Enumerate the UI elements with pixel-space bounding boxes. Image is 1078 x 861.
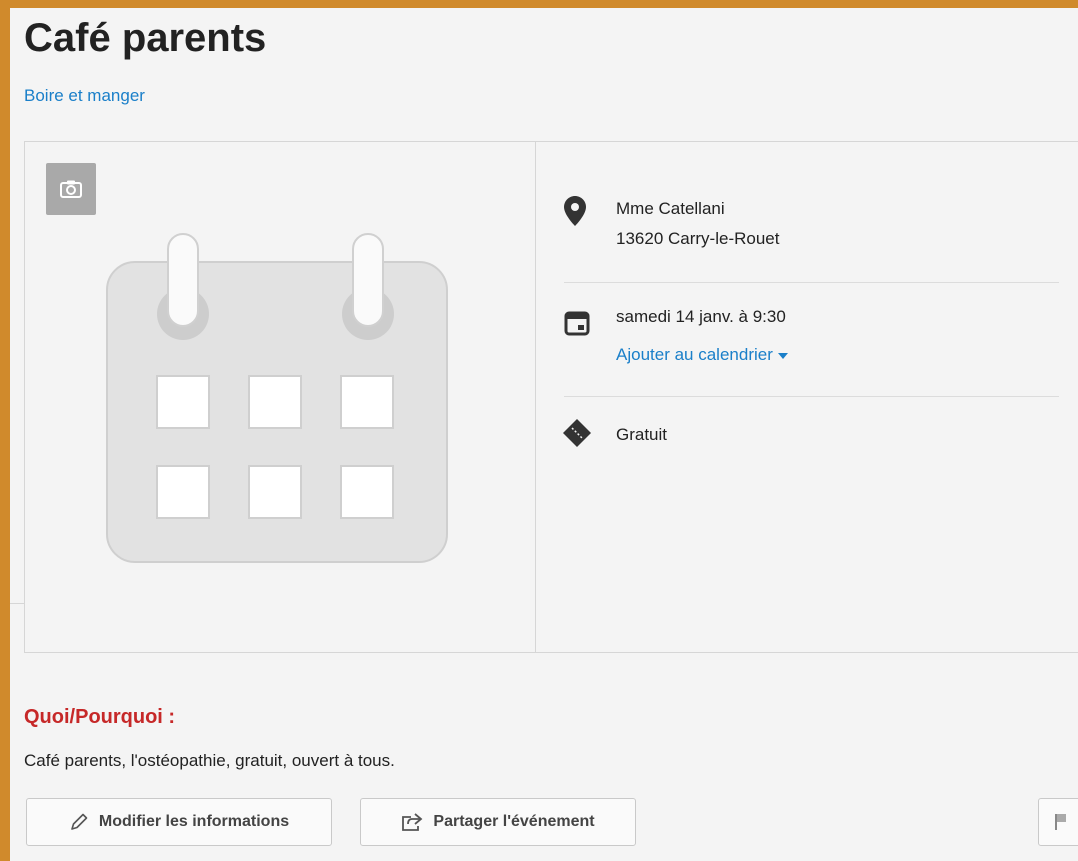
price-row: Gratuit <box>563 419 1059 460</box>
date-text: samedi 14 janv. à 9:30 Ajouter au calend… <box>616 302 788 370</box>
share-event-label: Partager l'événement <box>433 813 595 830</box>
event-date: samedi 14 janv. à 9:30 <box>616 307 786 326</box>
caret-down-icon <box>777 352 788 359</box>
category-link[interactable]: Boire et manger <box>24 86 145 106</box>
description-heading: Quoi/Pourquoi : <box>24 706 176 728</box>
edit-info-label: Modifier les informations <box>98 813 290 830</box>
camera-button[interactable] <box>46 163 96 215</box>
flag-icon <box>1055 814 1066 830</box>
event-image-pane <box>25 142 536 652</box>
ticket-icon <box>563 419 591 447</box>
divider <box>10 603 24 604</box>
location-name: Mme Catellani <box>616 199 725 218</box>
report-button[interactable] <box>1038 798 1078 846</box>
divider <box>564 396 1059 397</box>
add-to-calendar-link[interactable]: Ajouter au calendrier <box>616 345 788 364</box>
share-event-button[interactable]: Partager l'événement <box>360 798 636 846</box>
camera-icon <box>60 180 82 198</box>
calendar-icon <box>564 311 590 336</box>
event-card: Mme Catellani 13620 Carry-le-Rouet samed… <box>24 141 1078 653</box>
share-icon <box>402 813 423 831</box>
date-row: samedi 14 janv. à 9:30 Ajouter au calend… <box>564 302 1059 372</box>
pencil-icon <box>71 813 88 830</box>
event-page: Café parents Boire et manger Mme Catella… <box>10 8 1078 861</box>
description-text: Café parents, l'ostéopathie, gratuit, ou… <box>24 751 395 770</box>
calendar-placeholder-icon <box>106 233 448 563</box>
map-pin-icon <box>564 196 586 226</box>
event-info-pane: Mme Catellani 13620 Carry-le-Rouet samed… <box>536 142 1078 652</box>
location-text: Mme Catellani 13620 Carry-le-Rouet <box>616 194 779 254</box>
divider <box>564 282 1059 283</box>
location-city: 13620 Carry-le-Rouet <box>616 229 780 248</box>
price-text: Gratuit <box>616 425 668 444</box>
add-to-calendar-label: Ajouter au calendrier <box>616 345 773 364</box>
location-row: Mme Catellani 13620 Carry-le-Rouet <box>564 194 1059 264</box>
edit-info-button[interactable]: Modifier les informations <box>26 798 332 846</box>
page-title: Café parents <box>24 16 267 60</box>
